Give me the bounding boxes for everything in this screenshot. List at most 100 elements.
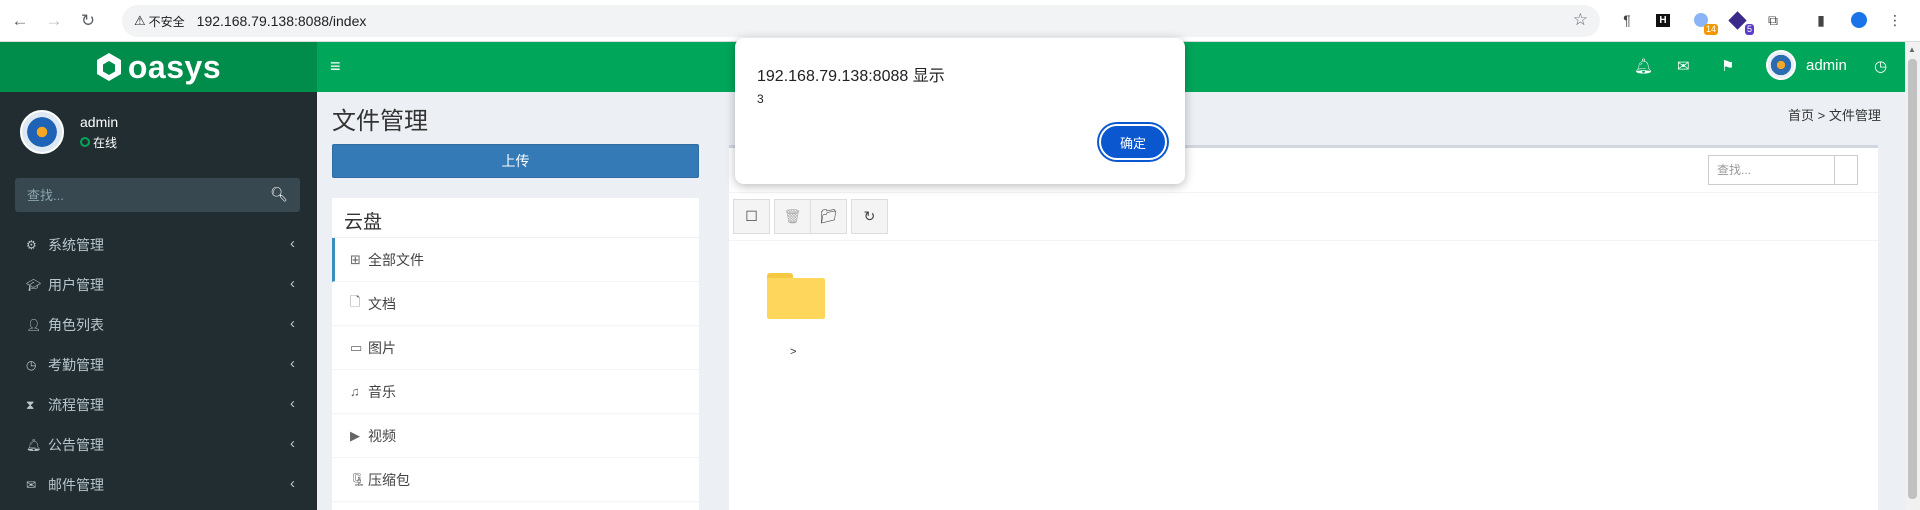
cloud-item-label: 文档 bbox=[368, 295, 396, 312]
status-badge: 在线 bbox=[80, 134, 118, 151]
forward-icon[interactable]: → bbox=[40, 7, 68, 35]
chevron-left-icon: ‹ bbox=[290, 355, 295, 372]
sidebar-item-attendance[interactable]: ◷ 考勤管理 ‹ bbox=[0, 345, 317, 385]
cloud-item-images[interactable]: ▭ 图片 bbox=[332, 326, 699, 370]
logo-icon bbox=[96, 53, 121, 81]
divider bbox=[729, 240, 1878, 241]
cloud-panel: 云盘 ⊞ 全部文件 🗋 文档 ▭ 图片 ♫ 音乐 ▶︎ 视频 🗜︎ 压缩包 bbox=[332, 198, 699, 510]
scroll-up-icon[interactable]: ▲ bbox=[1908, 45, 1916, 54]
user-menu[interactable]: admin bbox=[1766, 50, 1847, 80]
extension-icon[interactable]: 14 bbox=[1690, 9, 1718, 35]
search-input[interactable] bbox=[15, 178, 255, 212]
sidebar-toggle-icon[interactable]: ≡ bbox=[330, 56, 341, 77]
music-icon: ♫ bbox=[350, 384, 360, 399]
file-search-input[interactable] bbox=[1709, 156, 1835, 184]
file-toolbar: ☐ 🗑︎ 📁︎ ↻ bbox=[733, 199, 888, 234]
header-username: admin bbox=[1806, 56, 1847, 74]
folder-name[interactable]: > bbox=[790, 346, 796, 358]
profile-icon[interactable] bbox=[1848, 9, 1870, 31]
cloud-item-label: 全部文件 bbox=[368, 251, 424, 268]
cloud-item-music[interactable]: ♫ 音乐 bbox=[332, 370, 699, 414]
sidebar-item-label: 公告管理 bbox=[48, 437, 104, 453]
document-icon: 🗋 bbox=[350, 293, 361, 309]
cloud-item-all-files[interactable]: ⊞ 全部文件 bbox=[332, 238, 699, 282]
sidebar-item-process[interactable]: ⧗ 流程管理 ‹ bbox=[0, 385, 317, 425]
graduation-cap-icon: 🎓︎ bbox=[26, 278, 42, 292]
back-icon[interactable]: ← bbox=[6, 7, 34, 35]
extension-icon-2[interactable]: 5 bbox=[1726, 9, 1754, 35]
flag-icon[interactable]: ⚑ bbox=[1721, 57, 1734, 75]
ok-button[interactable]: 确定 bbox=[1099, 124, 1167, 160]
files-search bbox=[1708, 155, 1858, 185]
avatar bbox=[1766, 50, 1796, 80]
cloud-item-documents[interactable]: 🗋 文档 bbox=[332, 282, 699, 326]
sidebar-item-notices[interactable]: 🔔︎ 公告管理 ‹ bbox=[0, 425, 317, 465]
sidebar-username: admin bbox=[80, 113, 119, 130]
select-all-checkbox[interactable]: ☐ bbox=[733, 199, 770, 234]
sidebar-item-label: 考勤管理 bbox=[48, 357, 104, 373]
refresh-icon[interactable]: ↻ bbox=[851, 199, 888, 234]
search-icon[interactable]: 🔍︎ bbox=[270, 186, 288, 203]
sidebar-menu: ⚙ 系统管理 ‹ 🎓︎ 用户管理 ‹ 👤︎ 角色列表 ‹ ◷ 考勤管理 ‹ ⧗ … bbox=[0, 225, 317, 505]
bell-icon[interactable]: 🔔︎ bbox=[1634, 57, 1653, 75]
file-search-button[interactable] bbox=[1835, 156, 1857, 184]
paragraph-extension-icon[interactable]: ¶ bbox=[1616, 9, 1638, 31]
browser-toolbar: ← → ↻ ⚠ 不安全 192.168.79.138:8088/index ☆ … bbox=[0, 0, 1920, 42]
cloud-item-label: 视频 bbox=[368, 427, 396, 444]
user-panel: admin 在线 bbox=[20, 110, 118, 154]
folder-icon[interactable] bbox=[767, 273, 825, 319]
breadcrumb[interactable]: 首页 > 文件管理 bbox=[1788, 105, 1881, 124]
play-circle-icon: ▶︎ bbox=[350, 427, 360, 443]
chevron-left-icon: ‹ bbox=[290, 435, 295, 452]
sidebar-item-label: 角色列表 bbox=[48, 317, 104, 333]
sidebar-item-label: 系统管理 bbox=[48, 237, 104, 253]
more-menu-icon[interactable]: ⋮ bbox=[1884, 9, 1906, 31]
url-text[interactable]: 192.168.79.138:8088/index bbox=[197, 13, 367, 29]
address-bar[interactable]: ⚠ 不安全 192.168.79.138:8088/index ☆ bbox=[122, 5, 1600, 37]
sidebar-item-system[interactable]: ⚙ 系统管理 ‹ bbox=[0, 225, 317, 265]
sidebar-item-mail[interactable]: ✉ 邮件管理 ‹ bbox=[0, 465, 317, 505]
chevron-left-icon: ‹ bbox=[290, 315, 295, 332]
envelope-icon[interactable]: ✉ bbox=[1677, 57, 1690, 75]
avatar bbox=[20, 110, 64, 154]
dialog-message: 3 bbox=[757, 92, 764, 106]
puzzle-icon[interactable]: ⧉ bbox=[1762, 9, 1784, 31]
chevron-left-icon: ‹ bbox=[290, 395, 295, 412]
sidebar-item-label: 邮件管理 bbox=[48, 477, 104, 493]
cloud-title: 云盘 bbox=[332, 198, 699, 238]
h-extension-icon[interactable]: H bbox=[1652, 9, 1674, 31]
cloud-item-archives[interactable]: 🗜︎ 压缩包 bbox=[332, 458, 699, 502]
cloud-item-label: 图片 bbox=[368, 339, 396, 356]
scrollbar-thumb[interactable] bbox=[1908, 59, 1917, 499]
bookmark-star-icon[interactable]: ☆ bbox=[1573, 10, 1588, 30]
archive-icon: 🗜︎ bbox=[350, 471, 367, 487]
sidebar-item-users[interactable]: 🎓︎ 用户管理 ‹ bbox=[0, 265, 317, 305]
security-label: 不安全 bbox=[148, 14, 185, 29]
logo[interactable]: oasys bbox=[0, 42, 317, 92]
side-panel-icon[interactable]: ▮ bbox=[1810, 9, 1832, 31]
chevron-left-icon: ‹ bbox=[290, 275, 295, 292]
reload-icon[interactable]: ↻ bbox=[74, 7, 102, 35]
logo-text: oasys bbox=[127, 48, 222, 85]
cloud-item-video[interactable]: ▶︎ 视频 bbox=[332, 414, 699, 458]
new-folder-icon[interactable]: 📁︎ bbox=[810, 199, 847, 234]
extension-badge: 14 bbox=[1703, 24, 1718, 35]
cloud-item-label: 音乐 bbox=[368, 383, 396, 400]
clock-icon: ◷ bbox=[26, 358, 37, 372]
dialog-title: 192.168.79.138:8088 显示 bbox=[757, 68, 945, 85]
chevron-left-icon: ‹ bbox=[290, 235, 295, 252]
image-icon: ▭ bbox=[350, 339, 363, 355]
sidebar: admin 在线 🔍︎ ⚙ 系统管理 ‹ 🎓︎ 用户管理 ‹ 👤︎ 角色列表 ‹… bbox=[0, 92, 317, 510]
extension-badge-2: 5 bbox=[1744, 24, 1754, 35]
security-indicator[interactable]: ⚠ 不安全 bbox=[134, 13, 185, 30]
delete-icon[interactable]: 🗑︎ bbox=[774, 199, 811, 234]
files-panel: ☐ 🗑︎ 📁︎ ↻ > bbox=[729, 145, 1878, 510]
grid-icon: ⊞ bbox=[350, 251, 361, 267]
page-title: 文件管理 bbox=[332, 108, 428, 135]
upload-button[interactable]: 上传 bbox=[332, 144, 699, 178]
scrollbar[interactable]: ▲ bbox=[1905, 42, 1920, 510]
sidebar-item-roles[interactable]: 👤︎ 角色列表 ‹ bbox=[0, 305, 317, 345]
status-text: 在线 bbox=[93, 135, 118, 150]
clock-icon[interactable]: ◷ bbox=[1874, 57, 1887, 75]
alert-dialog: 192.168.79.138:8088 显示 3 确定 bbox=[735, 38, 1185, 184]
